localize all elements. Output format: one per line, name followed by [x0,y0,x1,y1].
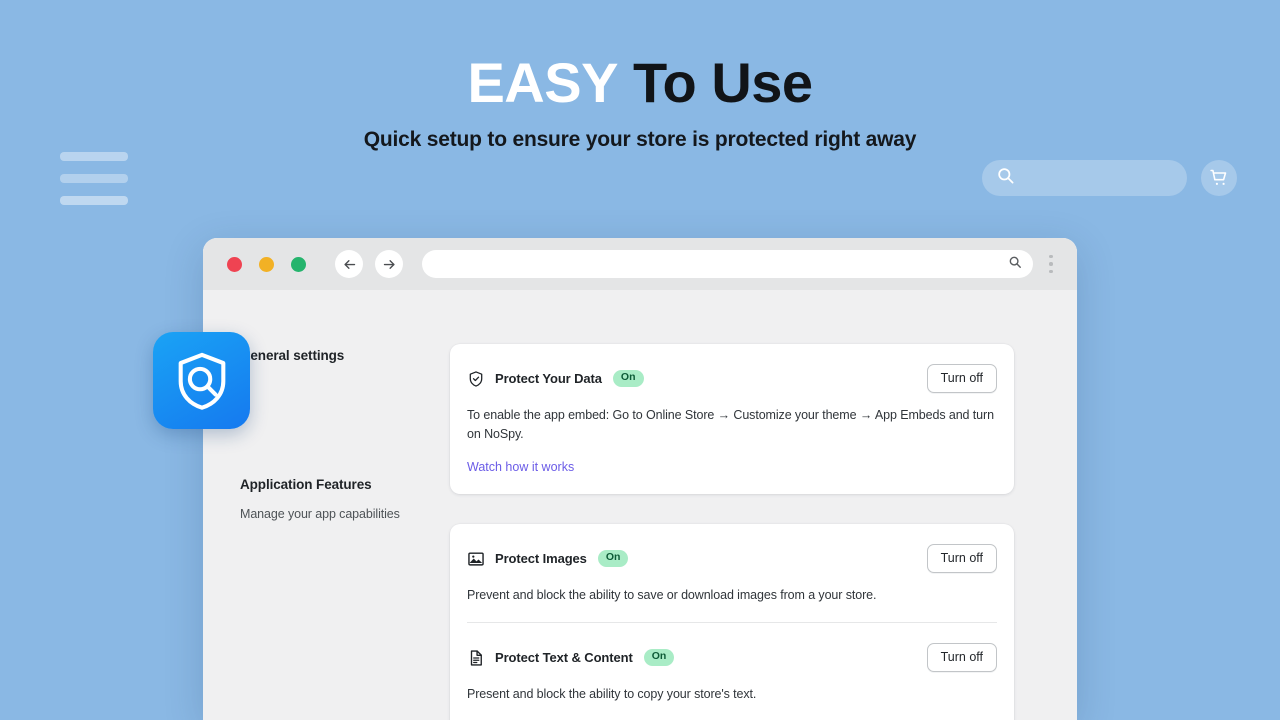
feature-description: Present and block the ability to copy yo… [467,687,757,701]
feature-header: Protect Text & Content On Turn off [467,643,997,672]
status-badge: On [643,649,675,666]
back-button[interactable] [335,250,363,278]
menu-bar-3 [60,196,128,205]
kebab-dot-2 [1049,262,1053,266]
page-title: EASY To Use [0,52,1280,114]
kebab-dot-3 [1049,269,1053,274]
protect-your-data-description: To enable the app embed: Go to Online St… [467,408,994,441]
turn-off-button[interactable]: Turn off [926,364,997,393]
maximize-window-dot[interactable] [291,256,306,272]
menu-bar-1 [60,152,128,161]
nospy-app-logo [153,332,250,429]
watch-how-it-works-link[interactable]: Watch how it works [467,460,574,474]
browser-nav-buttons [335,250,403,278]
menu-bar-2 [60,174,128,183]
protect-your-data-card: Protect Your Data On Turn off To enable … [450,344,1014,494]
image-icon [467,550,485,568]
forward-button[interactable] [375,250,403,278]
application-features-heading: Application Features [240,477,372,492]
kebab-dot-1 [1049,254,1053,259]
feature-row: Protect Images On Turn off Prevent and b… [467,524,997,622]
search-icon [996,166,1015,190]
turn-off-button[interactable]: Turn off [926,643,997,672]
browser-window: General settings Application Features Ma… [203,238,1077,720]
page-subtitle: Quick setup to ensure your store is prot… [363,128,917,151]
feature-title: Protect Text & Content [495,650,633,665]
turn-off-button[interactable]: Turn off [926,544,997,573]
feature-title: Protect Images [495,551,587,566]
close-window-dot[interactable] [227,256,242,272]
search-icon [1008,255,1022,274]
status-badge: On [612,370,644,387]
status-badge: On [597,550,629,567]
address-bar[interactable] [422,250,1033,278]
application-features-subtitle: Manage your app capabilities [240,507,400,521]
feature-description: Prevent and block the ability to save or… [467,588,877,602]
settings-content: Protect Your Data On Turn off To enable … [428,290,1077,720]
document-text-icon [467,649,485,667]
app-body: General settings Application Features Ma… [203,290,1077,720]
general-settings-heading: General settings [240,348,345,363]
feature-row: Protect Text & Content On Turn off Prese… [467,622,997,720]
feature-header: Protect Images On Turn off [467,544,997,573]
page-title-accent: EASY [467,51,618,114]
page-title-rest: To Use [633,51,813,114]
browser-titlebar [203,238,1077,290]
shield-check-icon [467,370,485,388]
search-input[interactable] [982,160,1187,196]
window-controls [227,256,306,272]
protect-your-data-title: Protect Your Data [495,371,602,386]
application-features-card: Protect Images On Turn off Prevent and b… [450,524,1014,720]
hamburger-menu-icon [60,152,128,218]
shopping-cart-icon[interactable] [1201,160,1237,196]
minimize-window-dot[interactable] [259,256,274,272]
kebab-menu-icon[interactable] [1039,253,1063,276]
protect-your-data-header: Protect Your Data On Turn off [467,364,997,393]
